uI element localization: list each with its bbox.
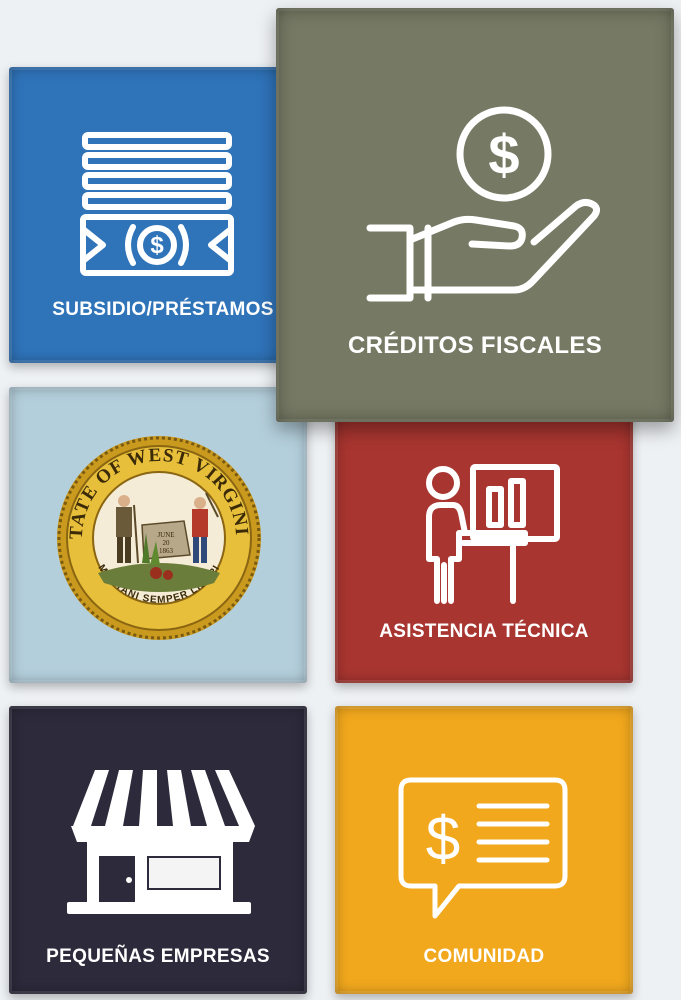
- community-tile[interactable]: $ COMUNIDAD: [335, 706, 633, 994]
- money-stack-icon: $: [80, 132, 234, 276]
- svg-text:$: $: [426, 805, 460, 874]
- svg-text:$: $: [150, 232, 164, 259]
- small-business-tile[interactable]: PEQUEÑAS EMPRESAS: [9, 706, 307, 994]
- community-label: COMUNIDAD: [423, 946, 545, 967]
- tax-credits-tile[interactable]: $ CRÉDITOS FISCALES: [276, 8, 674, 422]
- technical-assistance-tile[interactable]: ASISTENCIA TÉCNICA: [335, 387, 633, 683]
- svg-text:$: $: [488, 123, 519, 186]
- storefront-icon: [67, 770, 255, 914]
- tax-credits-label: CRÉDITOS FISCALES: [347, 332, 603, 359]
- technical-assistance-label: ASISTENCIA TÉCNICA: [379, 621, 589, 642]
- svg-text:1863: 1863: [159, 547, 174, 555]
- presenter-board-icon: [426, 464, 560, 604]
- west-virginia-seal-icon: STATE OF WEST VIRGINIA MONTANI SEMPER LI…: [54, 433, 261, 640]
- hand-holding-coin-icon: $: [366, 106, 601, 302]
- grants-loans-tile[interactable]: $ SUBSIDIO/PRÉSTAMOS: [9, 67, 307, 363]
- state-seal-tile[interactable]: STATE OF WEST VIRGINIA MONTANI SEMPER LI…: [9, 387, 307, 683]
- small-business-label: PEQUEÑAS EMPRESAS: [46, 946, 270, 967]
- speech-bubble-dollar-icon: $: [398, 777, 568, 919]
- svg-text:JUNE: JUNE: [157, 531, 174, 539]
- svg-text:20: 20: [163, 539, 171, 547]
- grants-loans-label: SUBSIDIO/PRÉSTAMOS: [52, 299, 274, 320]
